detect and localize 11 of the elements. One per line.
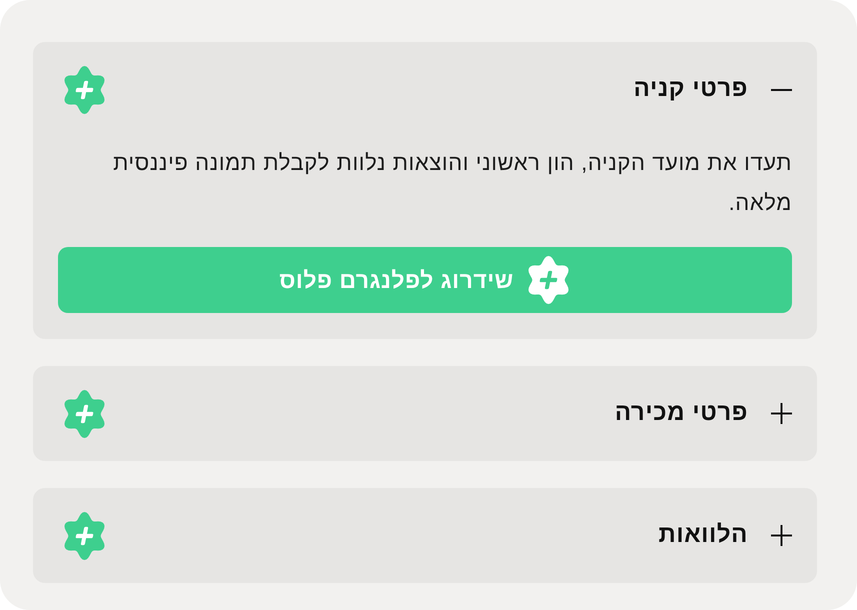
section-description: תעדו את מועד הקניה, הון ראשוני והוצאות נלוות לקבלת תמונה פיננסית מלאה. [112,149,792,217]
accordion-title[interactable]: הלוואות [658,521,748,550]
accordion-title[interactable]: פרטי קניה [634,75,748,104]
minus-icon[interactable] [771,88,792,90]
plus-badge-icon [526,256,571,304]
accordion-title[interactable]: פרטי מכירה [614,399,748,428]
plus-badge-icon [62,512,107,560]
plus-badge-icon [62,390,107,438]
plus-badge-icon [62,66,107,114]
plus-icon[interactable] [771,525,792,546]
plus-icon[interactable] [771,403,792,424]
